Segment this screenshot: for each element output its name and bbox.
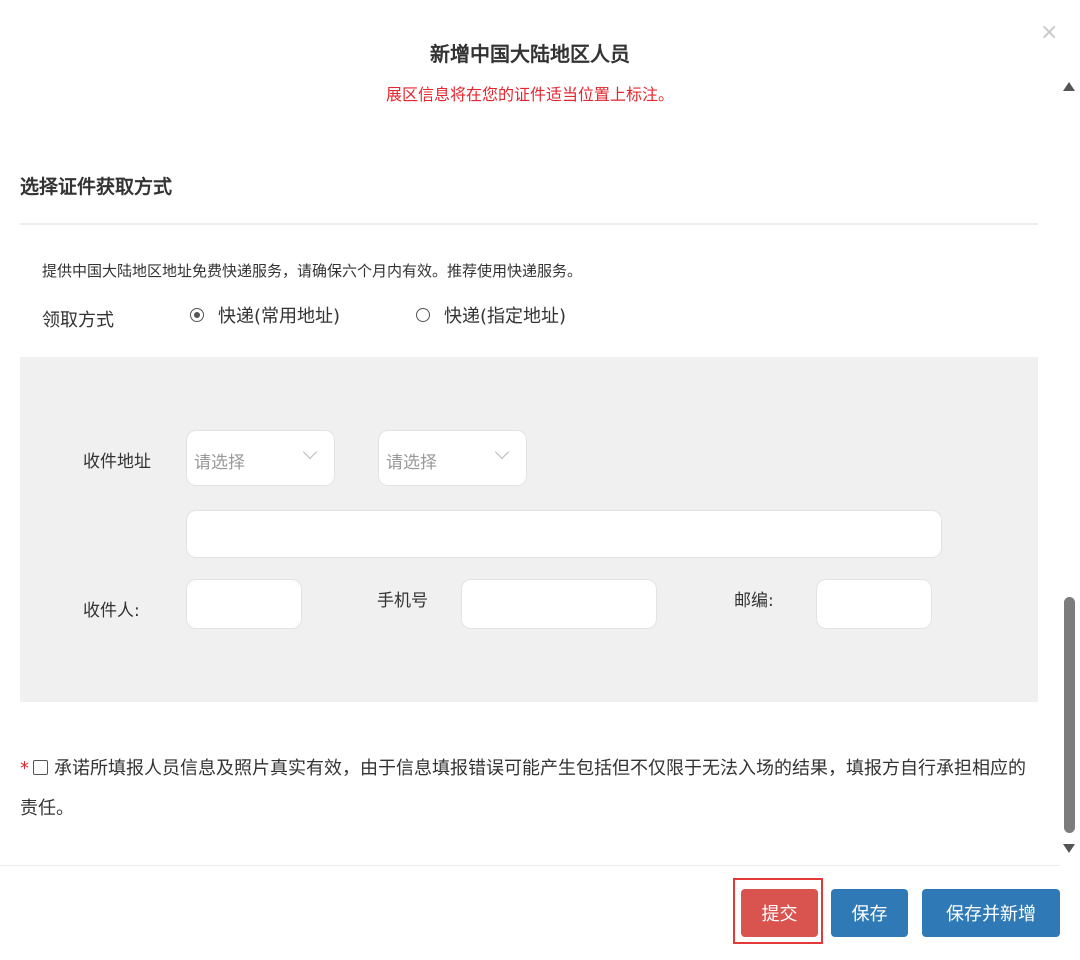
detail-address-input[interactable]: [186, 510, 942, 558]
radio-unselected-icon[interactable]: [416, 308, 430, 322]
radio-label: 快递(指定地址): [444, 302, 566, 328]
chevron-down-icon: [495, 445, 509, 459]
dialog-subtitle: 展区信息将在您的证件适当位置上标注。: [0, 81, 1060, 105]
radio-express-specified-address[interactable]: 快递(指定地址): [416, 302, 566, 328]
footer-divider: [0, 865, 1060, 866]
recipient-input[interactable]: [186, 579, 302, 629]
city-select[interactable]: 请选择: [378, 430, 527, 486]
scroll-down-arrow-icon[interactable]: [1063, 844, 1075, 853]
agreement-text: 承诺所填报人员信息及照片真实有效，由于信息填报错误可能产生包括但不仅限于无法入场…: [20, 758, 1026, 819]
dialog-title: 新增中国大陆地区人员: [0, 38, 1060, 67]
section-title: 选择证件获取方式: [20, 172, 172, 199]
pickup-method-label: 领取方式: [42, 306, 114, 332]
save-and-new-button[interactable]: 保存并新增: [922, 889, 1060, 937]
agreement: *承诺所填报人员信息及照片真实有效，由于信息填报错误可能产生包括但不仅限于无法入…: [20, 749, 1030, 829]
zipcode-label: 邮编:: [734, 586, 774, 611]
select-placeholder: 请选择: [194, 448, 245, 473]
zipcode-input[interactable]: [816, 579, 932, 629]
delivery-note: 提供中国大陆地区地址免费快递服务，请确保六个月内有效。推荐使用快递服务。: [42, 260, 582, 281]
submit-button[interactable]: 提交: [741, 889, 818, 937]
recipient-label: 收件人:: [83, 596, 140, 621]
required-mark: *: [20, 758, 29, 779]
save-button[interactable]: 保存: [831, 889, 908, 937]
phone-label: 手机号: [377, 586, 428, 611]
phone-input[interactable]: [461, 579, 657, 629]
radio-label: 快递(常用地址): [218, 302, 340, 328]
agreement-checkbox[interactable]: [33, 760, 48, 775]
radio-selected-icon[interactable]: [190, 308, 204, 322]
province-select[interactable]: 请选择: [186, 430, 335, 486]
address-panel: 收件地址 请选择 请选择 收件人: 手机号 邮编:: [20, 357, 1038, 702]
radio-express-common-address[interactable]: 快递(常用地址): [190, 302, 340, 328]
chevron-down-icon: [303, 445, 317, 459]
scroll-up-arrow-icon[interactable]: [1063, 82, 1075, 91]
select-placeholder: 请选择: [386, 448, 437, 473]
scrollbar-thumb[interactable]: [1064, 597, 1075, 833]
section-divider: [20, 223, 1038, 225]
address-label: 收件地址: [83, 447, 151, 472]
